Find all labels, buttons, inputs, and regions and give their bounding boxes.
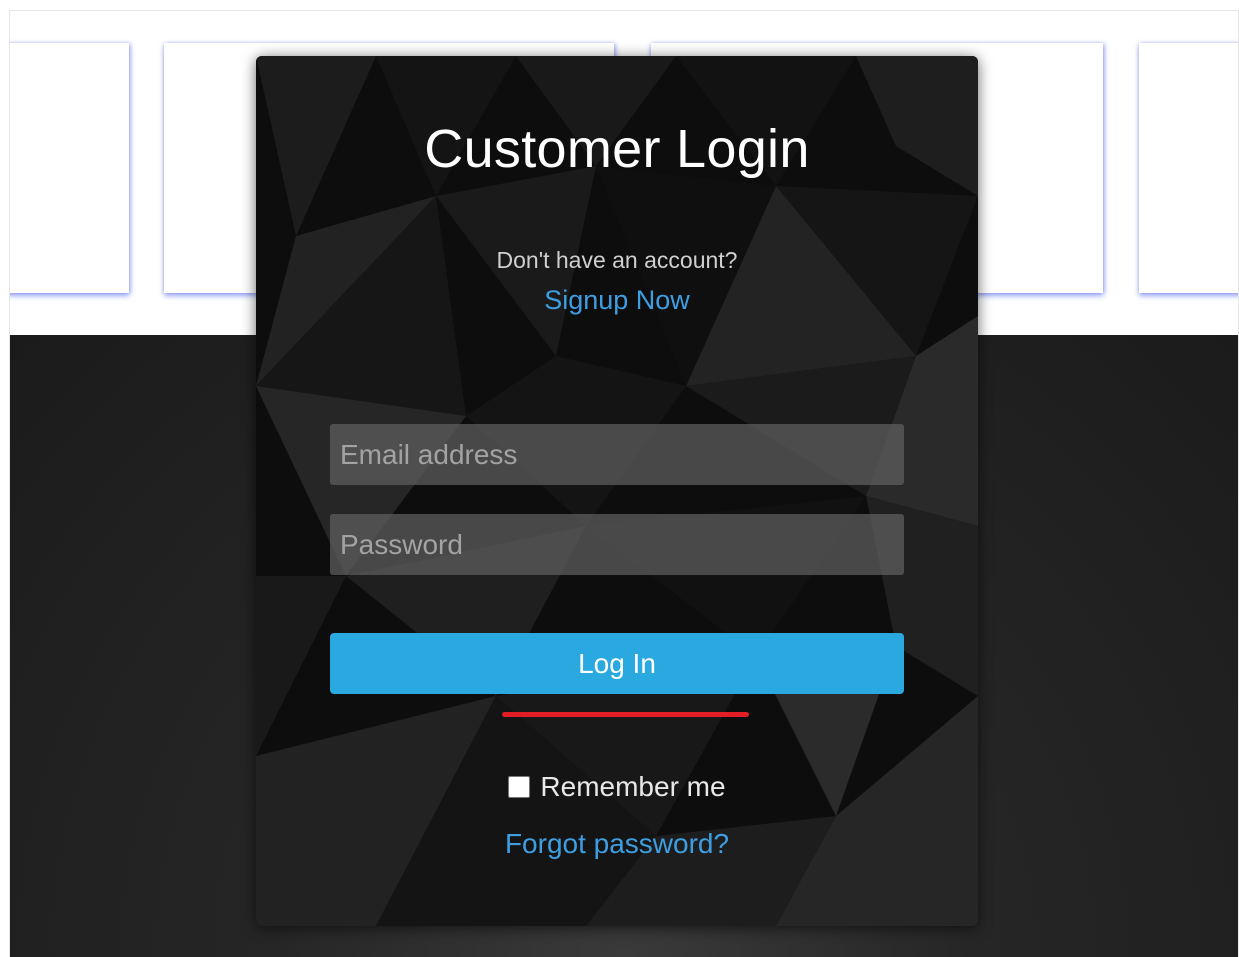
signup-link[interactable]: Signup Now (256, 285, 978, 316)
signup-prompt: Don't have an account? (496, 247, 738, 273)
password-input[interactable] (330, 514, 904, 575)
remember-me-row: Remember me (256, 771, 978, 803)
red-underline-divider (502, 712, 749, 717)
login-button[interactable]: Log In (330, 633, 904, 694)
page-title: Customer Login (424, 119, 810, 179)
login-form: Customer Login Don't have an account? Si… (256, 56, 978, 926)
remember-me-checkbox[interactable] (508, 776, 531, 798)
email-input[interactable] (330, 424, 904, 485)
login-panel: Customer Login Don't have an account? Si… (256, 56, 978, 926)
page-frame: Customer Login Don't have an account? Si… (9, 10, 1239, 957)
remember-me-label[interactable]: Remember me (540, 771, 725, 803)
card-placeholder (1139, 43, 1238, 293)
card-placeholder (10, 43, 129, 293)
forgot-password-link[interactable]: Forgot password? (256, 828, 978, 860)
